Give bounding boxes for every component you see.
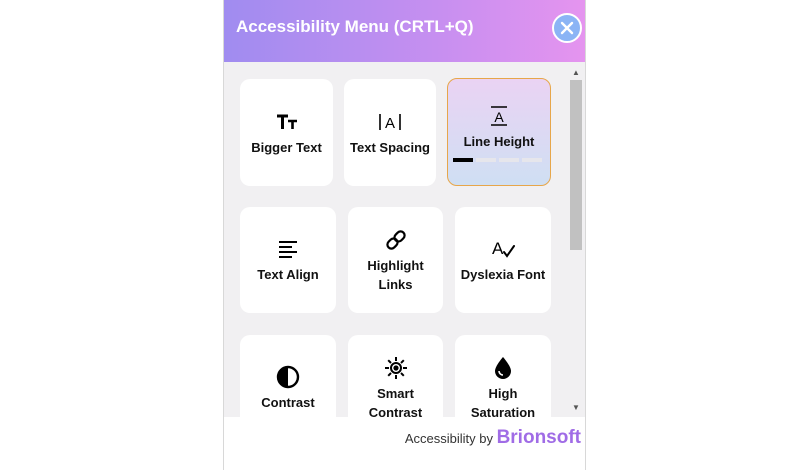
close-button[interactable] [552, 13, 582, 43]
card-label: Highlight Links [367, 257, 424, 292]
bigger-text-button[interactable]: Bigger Text [240, 79, 333, 186]
card-label: Smart Contrast [368, 385, 423, 418]
card-label: Text Spacing [350, 139, 430, 155]
smart-contrast-icon [384, 355, 408, 381]
droplet-icon [492, 355, 514, 381]
card-label: High Saturation [470, 385, 536, 418]
card-label: Text Align [257, 267, 319, 282]
dyslexia-font-icon: A [490, 236, 516, 262]
scroll-down-arrow-icon[interactable]: ▼ [567, 399, 585, 415]
card-label: Line Height [463, 133, 535, 149]
bigger-text-icon [276, 109, 298, 135]
panel-header: Accessibility Menu (CRTL+Q) [224, 0, 585, 62]
panel-title: Accessibility Menu (CRTL+Q) [236, 17, 474, 36]
text-spacing-icon: A [378, 109, 402, 135]
level-segment [453, 157, 473, 162]
card-label: Dyslexia Font [460, 267, 546, 282]
level-segment [499, 157, 519, 162]
line-height-level-indicator [453, 157, 545, 162]
level-segment [522, 157, 542, 162]
close-icon [560, 21, 574, 35]
attribution-prefix: Accessibility by [404, 431, 497, 446]
line-height-icon: A [488, 103, 510, 129]
high-saturation-button[interactable]: High Saturation [455, 335, 551, 417]
card-label: Bigger Text [251, 139, 322, 155]
text-align-button[interactable]: Text Align [240, 207, 336, 313]
text-align-icon [278, 236, 298, 262]
attribution: Accessibility by Brionsoft [405, 427, 581, 449]
vertical-scrollbar[interactable]: ▲ ▼ [567, 62, 585, 417]
accessibility-panel: Accessibility Menu (CRTL+Q) Bigger Text … [223, 0, 586, 470]
scroll-up-arrow-icon[interactable]: ▲ [567, 64, 585, 80]
line-height-button[interactable]: A Line Height [447, 78, 551, 186]
svg-text:A: A [385, 115, 395, 132]
text-spacing-button[interactable]: A Text Spacing [344, 79, 436, 186]
options-grid: Bigger Text A Text Spacing A Line Height [224, 62, 569, 417]
brand-link[interactable]: Brionsoft [497, 427, 581, 448]
dyslexia-font-button[interactable]: A Dyslexia Font [455, 207, 551, 313]
level-segment [476, 157, 496, 162]
card-label: Contrast [261, 395, 315, 410]
contrast-button[interactable]: Contrast [240, 335, 336, 417]
contrast-icon [276, 364, 300, 390]
scrollbar-thumb[interactable] [570, 80, 582, 250]
smart-contrast-button[interactable]: Smart Contrast [348, 335, 443, 417]
link-icon [384, 227, 408, 253]
highlight-links-button[interactable]: Highlight Links [348, 207, 443, 313]
svg-text:A: A [492, 239, 504, 258]
panel-footer: Accessibility by Brionsoft [224, 417, 585, 470]
svg-text:A: A [494, 109, 504, 125]
